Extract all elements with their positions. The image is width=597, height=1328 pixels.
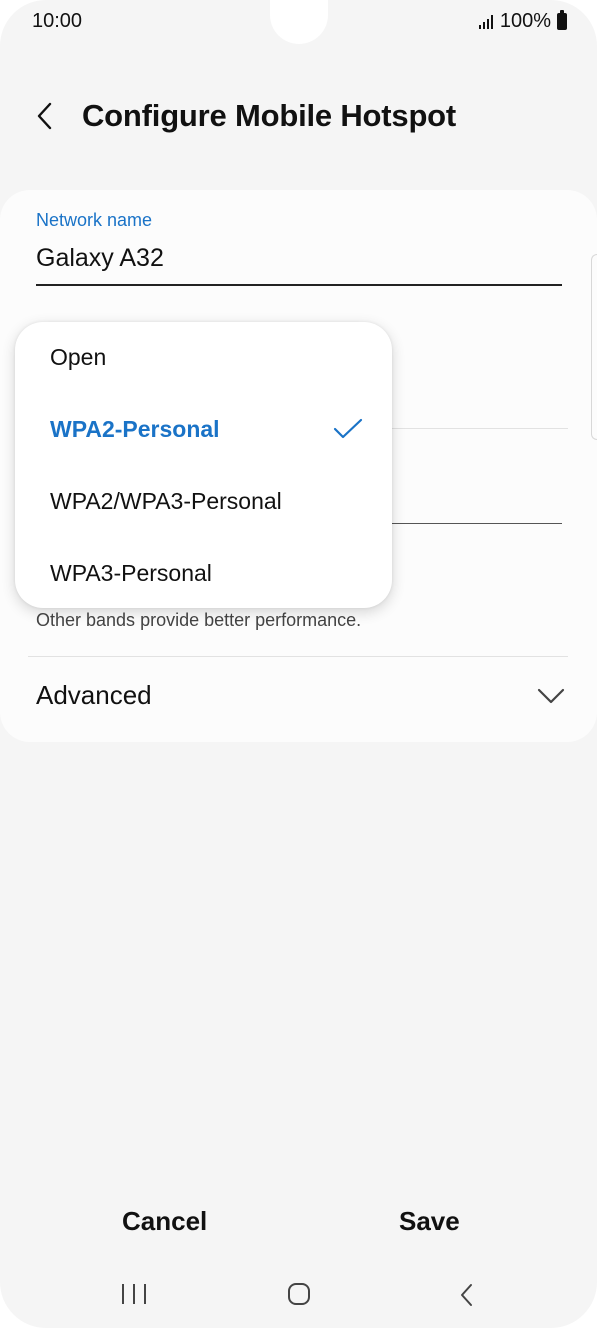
battery-icon — [557, 10, 567, 30]
navigation-bar — [0, 1270, 597, 1320]
password-underline — [392, 523, 562, 524]
check-icon — [333, 418, 363, 439]
chevron-down-icon[interactable] — [536, 686, 566, 706]
dropdown-option-wpa2-wpa3-personal[interactable]: WPA2/WPA3-Personal — [15, 466, 392, 538]
battery-percentage: 100% — [499, 10, 551, 32]
network-name-underline — [36, 284, 562, 286]
page-title: Configure Mobile Hotspot — [82, 98, 457, 133]
scrollbar[interactable] — [591, 254, 597, 440]
divider — [28, 656, 568, 657]
home-icon[interactable] — [288, 1283, 310, 1305]
dropdown-option-label: WPA2/WPA3-Personal — [50, 488, 282, 514]
dropdown-option-wpa2-personal[interactable]: WPA2-Personal — [15, 394, 392, 466]
divider — [392, 428, 568, 429]
band-note: Other bands provide better performance. — [36, 610, 362, 630]
security-dropdown: Open WPA2-Personal WPA2/WPA3-Personal WP… — [15, 322, 392, 608]
status-indicators: 100% — [478, 10, 567, 33]
dropdown-option-wpa3-personal[interactable]: WPA3-Personal — [15, 538, 392, 610]
dropdown-option-label: Open — [50, 344, 107, 370]
network-name-input[interactable]: Galaxy A32 — [36, 244, 164, 273]
network-name-label: Network name — [36, 210, 153, 230]
recent-apps-icon[interactable] — [122, 1284, 146, 1306]
back-icon[interactable] — [458, 1282, 476, 1308]
cancel-button[interactable]: Cancel — [122, 1206, 207, 1237]
dropdown-option-label: WPA3-Personal — [50, 560, 212, 586]
dropdown-option-open[interactable]: Open — [15, 322, 392, 394]
app-header: Configure Mobile Hotspot — [0, 92, 597, 142]
save-button[interactable]: Save — [399, 1206, 460, 1237]
advanced-toggle[interactable]: Advanced — [36, 680, 152, 711]
dropdown-option-label: WPA2-Personal — [50, 416, 220, 442]
status-time: 10:00 — [32, 10, 83, 32]
chevron-left-icon[interactable] — [30, 98, 62, 134]
phone-screen: 10:00 100% Configure Mobile Hotspot Netw… — [0, 0, 597, 1328]
camera-notch — [270, 0, 328, 44]
signal-icon — [478, 14, 493, 29]
